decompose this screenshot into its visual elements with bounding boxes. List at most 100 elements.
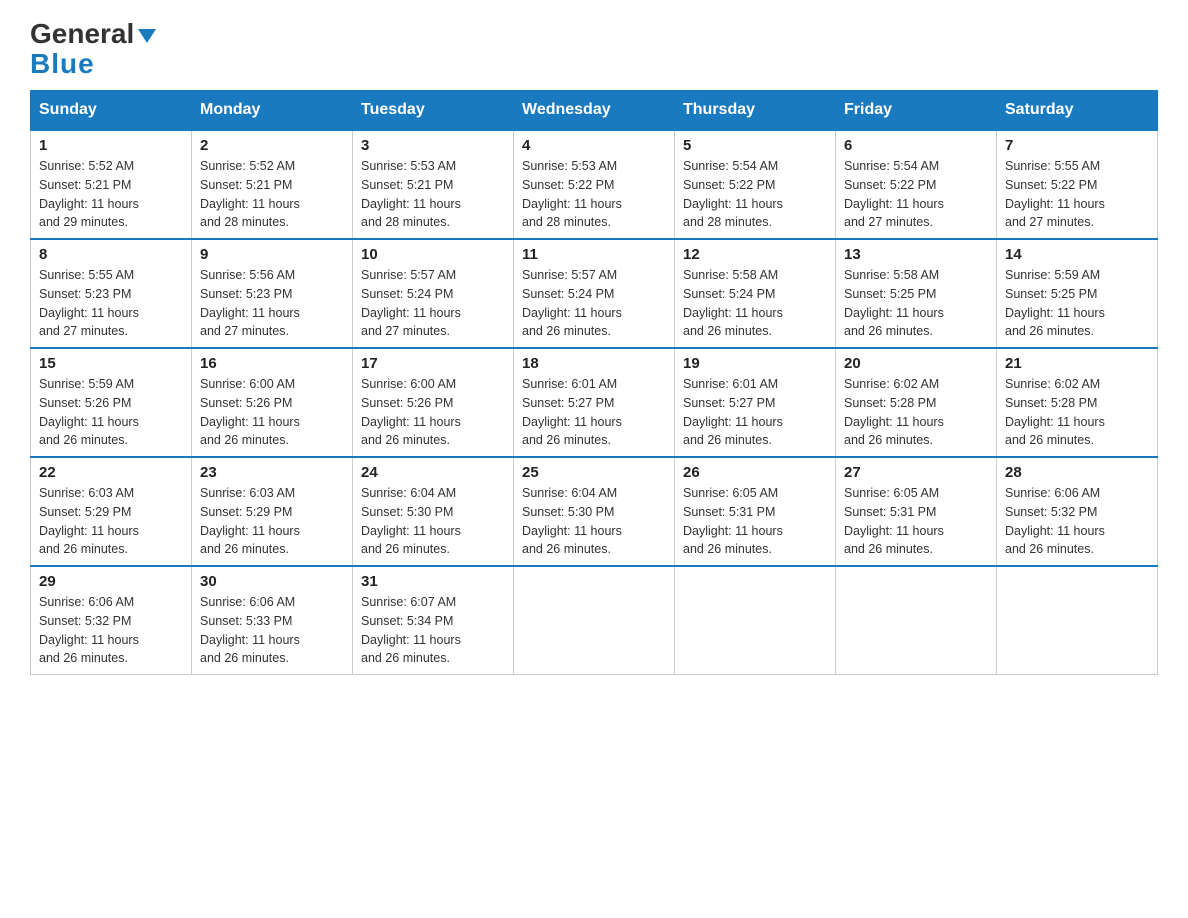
day-header-friday: Friday	[836, 91, 997, 131]
day-header-thursday: Thursday	[675, 91, 836, 131]
day-info: Sunrise: 5:53 AM Sunset: 5:21 PM Dayligh…	[361, 157, 505, 232]
day-number: 26	[683, 464, 827, 481]
calendar-cell: 29 Sunrise: 6:06 AM Sunset: 5:32 PM Dayl…	[31, 566, 192, 675]
logo-text: General	[30, 20, 158, 48]
day-number: 25	[522, 464, 666, 481]
calendar-cell: 4 Sunrise: 5:53 AM Sunset: 5:22 PM Dayli…	[514, 130, 675, 239]
day-number: 21	[1005, 355, 1149, 372]
calendar-cell: 8 Sunrise: 5:55 AM Sunset: 5:23 PM Dayli…	[31, 239, 192, 348]
day-number: 18	[522, 355, 666, 372]
calendar-cell: 23 Sunrise: 6:03 AM Sunset: 5:29 PM Dayl…	[192, 457, 353, 566]
day-info: Sunrise: 5:55 AM Sunset: 5:23 PM Dayligh…	[39, 266, 183, 341]
calendar-cell: 20 Sunrise: 6:02 AM Sunset: 5:28 PM Dayl…	[836, 348, 997, 457]
calendar-cell: 5 Sunrise: 5:54 AM Sunset: 5:22 PM Dayli…	[675, 130, 836, 239]
day-info: Sunrise: 6:05 AM Sunset: 5:31 PM Dayligh…	[844, 484, 988, 559]
day-header-tuesday: Tuesday	[353, 91, 514, 131]
week-row-5: 29 Sunrise: 6:06 AM Sunset: 5:32 PM Dayl…	[31, 566, 1158, 675]
day-info: Sunrise: 6:04 AM Sunset: 5:30 PM Dayligh…	[522, 484, 666, 559]
day-info: Sunrise: 5:58 AM Sunset: 5:24 PM Dayligh…	[683, 266, 827, 341]
day-info: Sunrise: 6:06 AM Sunset: 5:33 PM Dayligh…	[200, 593, 344, 668]
calendar-cell	[675, 566, 836, 675]
day-info: Sunrise: 6:05 AM Sunset: 5:31 PM Dayligh…	[683, 484, 827, 559]
calendar-cell: 6 Sunrise: 5:54 AM Sunset: 5:22 PM Dayli…	[836, 130, 997, 239]
day-number: 10	[361, 246, 505, 263]
day-number: 15	[39, 355, 183, 372]
day-info: Sunrise: 5:59 AM Sunset: 5:25 PM Dayligh…	[1005, 266, 1149, 341]
calendar-cell: 7 Sunrise: 5:55 AM Sunset: 5:22 PM Dayli…	[997, 130, 1158, 239]
day-info: Sunrise: 6:02 AM Sunset: 5:28 PM Dayligh…	[844, 375, 988, 450]
day-header-sunday: Sunday	[31, 91, 192, 131]
calendar-cell: 14 Sunrise: 5:59 AM Sunset: 5:25 PM Dayl…	[997, 239, 1158, 348]
day-number: 20	[844, 355, 988, 372]
day-info: Sunrise: 5:54 AM Sunset: 5:22 PM Dayligh…	[844, 157, 988, 232]
calendar-cell: 30 Sunrise: 6:06 AM Sunset: 5:33 PM Dayl…	[192, 566, 353, 675]
day-info: Sunrise: 6:01 AM Sunset: 5:27 PM Dayligh…	[683, 375, 827, 450]
calendar-cell: 15 Sunrise: 5:59 AM Sunset: 5:26 PM Dayl…	[31, 348, 192, 457]
day-info: Sunrise: 5:52 AM Sunset: 5:21 PM Dayligh…	[200, 157, 344, 232]
day-info: Sunrise: 6:02 AM Sunset: 5:28 PM Dayligh…	[1005, 375, 1149, 450]
calendar-cell: 24 Sunrise: 6:04 AM Sunset: 5:30 PM Dayl…	[353, 457, 514, 566]
day-info: Sunrise: 5:53 AM Sunset: 5:22 PM Dayligh…	[522, 157, 666, 232]
calendar-cell: 25 Sunrise: 6:04 AM Sunset: 5:30 PM Dayl…	[514, 457, 675, 566]
calendar-cell: 10 Sunrise: 5:57 AM Sunset: 5:24 PM Dayl…	[353, 239, 514, 348]
day-info: Sunrise: 5:59 AM Sunset: 5:26 PM Dayligh…	[39, 375, 183, 450]
day-number: 27	[844, 464, 988, 481]
calendar-body: 1 Sunrise: 5:52 AM Sunset: 5:21 PM Dayli…	[31, 130, 1158, 675]
header-row: SundayMondayTuesdayWednesdayThursdayFrid…	[31, 91, 1158, 131]
day-info: Sunrise: 5:54 AM Sunset: 5:22 PM Dayligh…	[683, 157, 827, 232]
day-number: 24	[361, 464, 505, 481]
calendar-table: SundayMondayTuesdayWednesdayThursdayFrid…	[30, 90, 1158, 675]
day-info: Sunrise: 5:57 AM Sunset: 5:24 PM Dayligh…	[522, 266, 666, 341]
day-info: Sunrise: 6:00 AM Sunset: 5:26 PM Dayligh…	[361, 375, 505, 450]
calendar-cell: 31 Sunrise: 6:07 AM Sunset: 5:34 PM Dayl…	[353, 566, 514, 675]
logo-blue-text: Blue	[30, 48, 95, 80]
day-number: 8	[39, 246, 183, 263]
day-number: 1	[39, 137, 183, 154]
calendar-cell: 13 Sunrise: 5:58 AM Sunset: 5:25 PM Dayl…	[836, 239, 997, 348]
calendar-cell	[514, 566, 675, 675]
day-number: 5	[683, 137, 827, 154]
day-info: Sunrise: 6:00 AM Sunset: 5:26 PM Dayligh…	[200, 375, 344, 450]
calendar-cell: 17 Sunrise: 6:00 AM Sunset: 5:26 PM Dayl…	[353, 348, 514, 457]
logo-general: General	[30, 18, 134, 49]
day-number: 22	[39, 464, 183, 481]
day-number: 16	[200, 355, 344, 372]
calendar-cell: 1 Sunrise: 5:52 AM Sunset: 5:21 PM Dayli…	[31, 130, 192, 239]
day-number: 31	[361, 573, 505, 590]
day-header-monday: Monday	[192, 91, 353, 131]
day-number: 23	[200, 464, 344, 481]
day-info: Sunrise: 6:06 AM Sunset: 5:32 PM Dayligh…	[1005, 484, 1149, 559]
day-info: Sunrise: 5:58 AM Sunset: 5:25 PM Dayligh…	[844, 266, 988, 341]
day-number: 17	[361, 355, 505, 372]
calendar-cell: 26 Sunrise: 6:05 AM Sunset: 5:31 PM Dayl…	[675, 457, 836, 566]
week-row-1: 1 Sunrise: 5:52 AM Sunset: 5:21 PM Dayli…	[31, 130, 1158, 239]
week-row-3: 15 Sunrise: 5:59 AM Sunset: 5:26 PM Dayl…	[31, 348, 1158, 457]
calendar-cell: 2 Sunrise: 5:52 AM Sunset: 5:21 PM Dayli…	[192, 130, 353, 239]
calendar-cell: 3 Sunrise: 5:53 AM Sunset: 5:21 PM Dayli…	[353, 130, 514, 239]
calendar-header: SundayMondayTuesdayWednesdayThursdayFrid…	[31, 91, 1158, 131]
calendar-cell: 16 Sunrise: 6:00 AM Sunset: 5:26 PM Dayl…	[192, 348, 353, 457]
day-number: 3	[361, 137, 505, 154]
calendar-cell: 21 Sunrise: 6:02 AM Sunset: 5:28 PM Dayl…	[997, 348, 1158, 457]
calendar-cell: 19 Sunrise: 6:01 AM Sunset: 5:27 PM Dayl…	[675, 348, 836, 457]
calendar-cell: 11 Sunrise: 5:57 AM Sunset: 5:24 PM Dayl…	[514, 239, 675, 348]
week-row-2: 8 Sunrise: 5:55 AM Sunset: 5:23 PM Dayli…	[31, 239, 1158, 348]
day-number: 12	[683, 246, 827, 263]
day-number: 7	[1005, 137, 1149, 154]
day-info: Sunrise: 6:07 AM Sunset: 5:34 PM Dayligh…	[361, 593, 505, 668]
calendar-cell: 27 Sunrise: 6:05 AM Sunset: 5:31 PM Dayl…	[836, 457, 997, 566]
day-number: 9	[200, 246, 344, 263]
day-info: Sunrise: 6:04 AM Sunset: 5:30 PM Dayligh…	[361, 484, 505, 559]
day-info: Sunrise: 6:06 AM Sunset: 5:32 PM Dayligh…	[39, 593, 183, 668]
day-info: Sunrise: 5:55 AM Sunset: 5:22 PM Dayligh…	[1005, 157, 1149, 232]
day-header-wednesday: Wednesday	[514, 91, 675, 131]
calendar-cell: 18 Sunrise: 6:01 AM Sunset: 5:27 PM Dayl…	[514, 348, 675, 457]
day-number: 2	[200, 137, 344, 154]
day-number: 30	[200, 573, 344, 590]
day-number: 29	[39, 573, 183, 590]
calendar-cell: 9 Sunrise: 5:56 AM Sunset: 5:23 PM Dayli…	[192, 239, 353, 348]
day-number: 11	[522, 246, 666, 263]
calendar-cell: 28 Sunrise: 6:06 AM Sunset: 5:32 PM Dayl…	[997, 457, 1158, 566]
week-row-4: 22 Sunrise: 6:03 AM Sunset: 5:29 PM Dayl…	[31, 457, 1158, 566]
day-info: Sunrise: 6:03 AM Sunset: 5:29 PM Dayligh…	[200, 484, 344, 559]
